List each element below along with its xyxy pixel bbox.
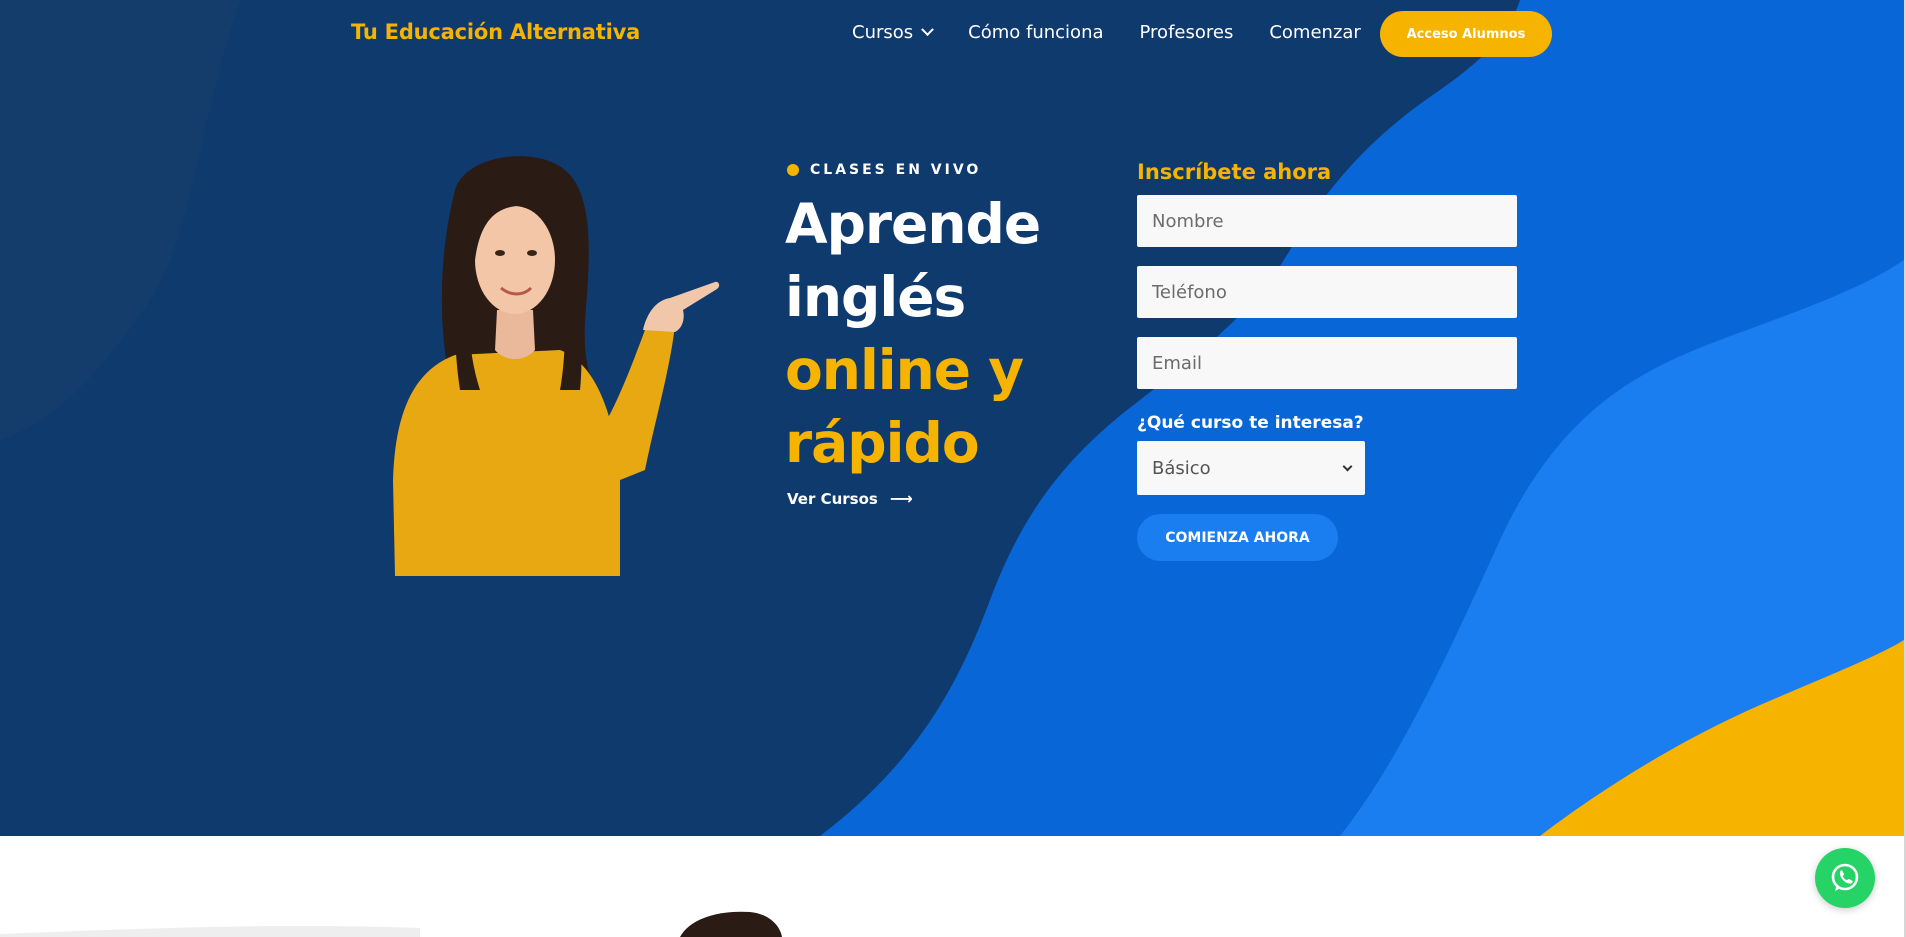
email-field[interactable] (1137, 337, 1517, 389)
phone-field[interactable] (1137, 266, 1517, 318)
eyebrow-text: CLASES EN VIVO (810, 162, 982, 178)
whatsapp-icon (1831, 863, 1859, 891)
page: Tu Educación Alternativa Cursos Cómo fun… (0, 0, 1906, 937)
ver-cursos-link[interactable]: Ver Cursos ⟶ (787, 489, 913, 508)
headline-line-1: Aprende (785, 192, 1041, 256)
headline-line-2: inglés (785, 265, 966, 329)
comienza-ahora-button[interactable]: COMIENZA AHORA (1137, 514, 1338, 561)
chevron-down-icon (1342, 461, 1353, 471)
course-question-label: ¿Qué curso te interesa? (1137, 413, 1364, 433)
course-select[interactable]: Básico (1137, 441, 1365, 495)
arrow-right-icon: ⟶ (889, 489, 913, 508)
nav-item-como-funciona[interactable]: Cómo funciona (968, 22, 1103, 43)
headline-line-3: online y (785, 338, 1024, 402)
hero-eyebrow: CLASES EN VIVO (787, 162, 981, 178)
name-field[interactable] (1137, 195, 1517, 247)
acceso-alumnos-button[interactable]: Acceso Alumnos (1380, 11, 1552, 57)
nav-item-profesores[interactable]: Profesores (1140, 22, 1234, 43)
hero-woman-image (393, 156, 720, 576)
hero-headline: Aprende inglés online y rápido (785, 188, 1085, 480)
course-select-value: Básico (1152, 457, 1211, 479)
next-section-graphic (0, 911, 782, 937)
nav-item-comenzar[interactable]: Comenzar (1269, 22, 1360, 43)
headline-line-4: rápido (785, 411, 980, 475)
next-section-peek (0, 836, 1904, 937)
nav-item-cursos[interactable]: Cursos (852, 22, 935, 43)
main-nav: Cursos Cómo funciona Profesores Comenzar (852, 22, 1397, 43)
chevron-down-icon (921, 23, 935, 37)
dot-icon (787, 164, 799, 176)
hero-section: Tu Educación Alternativa Cursos Cómo fun… (0, 0, 1904, 836)
whatsapp-button[interactable] (1815, 848, 1875, 908)
form-title: Inscríbete ahora (1137, 160, 1332, 184)
site-logo[interactable]: Tu Educación Alternativa (351, 20, 640, 44)
ver-cursos-label: Ver Cursos (787, 489, 878, 508)
nav-item-label: Cursos (852, 22, 914, 43)
